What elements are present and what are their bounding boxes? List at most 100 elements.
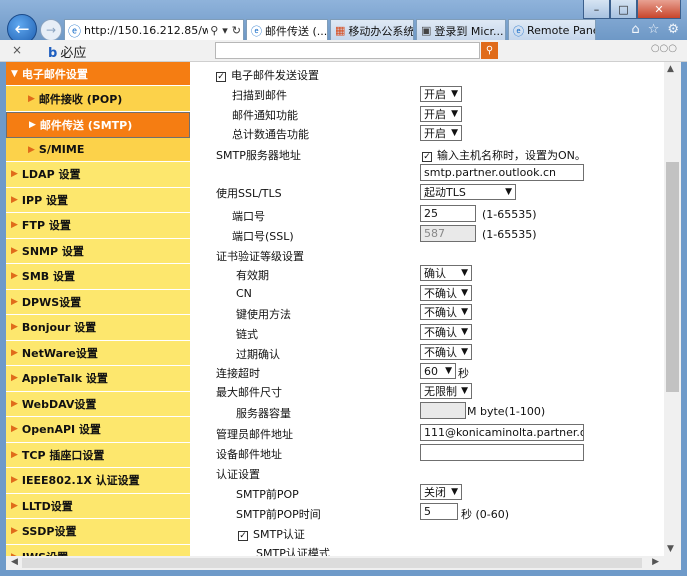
expiry-check-select[interactable]: 不确认 ▼ <box>420 344 472 360</box>
sidebar-item-2[interactable]: ▶ 邮件传送 (SMTP) <box>6 112 190 138</box>
search-input[interactable] <box>215 42 480 59</box>
gear-icon[interactable]: ⚙ <box>667 22 679 37</box>
tab-mobile-office[interactable]: ▦ 移动办公系统... <box>330 19 414 41</box>
pop-before-smtp-select[interactable]: 关闭 ▼ <box>420 484 462 500</box>
sidebar-item-5[interactable]: ▶ IPP 设置 <box>6 188 190 213</box>
search-go-button[interactable]: ⚲ <box>481 42 498 59</box>
sidebar-item-label: WebDAV设置 <box>21 397 97 411</box>
sidebar-item-0[interactable]: ▼ 电子邮件设置 <box>6 62 190 86</box>
scan-to-email-select[interactable]: 开启 ▼ <box>420 86 462 102</box>
mail-notify-select[interactable]: 开启 ▼ <box>420 106 462 122</box>
device-email-input[interactable] <box>420 444 584 461</box>
key-usage-select[interactable]: 不确认 ▼ <box>420 304 472 320</box>
more-icon[interactable]: ○○○ <box>651 43 677 54</box>
minimize-button[interactable]: – <box>583 0 610 19</box>
sidebar-item-10[interactable]: ▶ Bonjour 设置 <box>6 315 190 341</box>
scrollbar-thumb[interactable] <box>666 162 679 392</box>
admin-email-input[interactable]: 111@konicaminolta.partner.onmsc <box>420 424 584 441</box>
close-button[interactable]: ✕ <box>637 0 681 19</box>
sidebar-item-19[interactable]: ▶IWS设置 <box>6 545 190 556</box>
sidebar-item-label: 电子邮件设置 <box>21 67 88 81</box>
tab-label: 移动办公系统... <box>348 24 414 38</box>
sidebar-item-8[interactable]: ▶ SMB 设置 <box>6 264 190 290</box>
sidebar-item-11[interactable]: ▶ NetWare设置 <box>6 341 190 366</box>
browser-titlebar: – □ ✕ ← → ⓔ http://150.16.212.85/w ⚲ ▾ ↻… <box>0 0 687 44</box>
sidebar-item-label: 邮件传送 (SMTP) <box>39 119 133 132</box>
sidebar-item-13[interactable]: ▶ WebDAV设置 <box>6 392 190 417</box>
scroll-right-icon[interactable]: ▶ <box>652 557 659 567</box>
key-usage-label: 键使用方法 <box>236 308 291 321</box>
sidebar-item-16[interactable]: ▶ IEEE802.1X 认证设置 <box>6 468 190 494</box>
search-icon[interactable]: ⚲ <box>210 24 218 37</box>
scroll-down-icon[interactable]: ▼ <box>667 544 674 554</box>
triangle-right-icon: ▶ <box>11 373 18 384</box>
star-icon[interactable]: ☆ <box>648 22 660 37</box>
sidebar-item-label: 邮件接收 (POP) <box>38 92 123 106</box>
maximize-button[interactable]: □ <box>610 0 637 19</box>
cert-level-heading: 证书验证等级设置 <box>216 250 304 263</box>
tab-remote-panel[interactable]: ⓔ Remote Panel <box>508 19 596 41</box>
scroll-up-icon[interactable]: ▲ <box>667 64 674 74</box>
timeout-select[interactable]: 60 ▼ <box>420 363 456 379</box>
cn-select[interactable]: 不确认 ▼ <box>420 285 472 301</box>
login-tab-icon: ▣ <box>421 24 432 37</box>
tab-email-send[interactable]: ⓔ 邮件传送 (... × <box>246 19 328 41</box>
checkbox-checked-icon[interactable]: ✓ <box>422 152 432 162</box>
tab-login-microsoft[interactable]: ▣ 登录到 Micr... <box>416 19 506 41</box>
triangle-right-icon: ▶ <box>11 475 18 486</box>
chain-select[interactable]: 不确认 ▼ <box>420 324 472 340</box>
sidebar-item-label: OpenAPI 设置 <box>21 423 101 437</box>
toolbar-close-icon[interactable]: × <box>12 43 22 57</box>
pop-before-smtp-time-input[interactable]: 5 <box>420 503 458 520</box>
validity-select[interactable]: 确认 ▼ <box>420 265 472 281</box>
sidebar-item-12[interactable]: ▶ AppleTalk 设置 <box>6 366 190 392</box>
vertical-scrollbar[interactable]: ▲ ▼ <box>664 62 681 556</box>
horizontal-scrollbar[interactable]: ◀ ▶ <box>6 556 681 570</box>
refresh-icon[interactable]: ↻ <box>232 24 241 37</box>
sidebar-item-18[interactable]: ▶ SSDP设置 <box>6 519 190 545</box>
sidebar-item-6[interactable]: ▶ FTP 设置 <box>6 213 190 239</box>
port-ssl-label: 端口号(SSL) <box>232 230 294 243</box>
hscrollbar-thumb[interactable] <box>22 558 642 568</box>
sidebar-item-15[interactable]: ▶ TCP 插座口设置 <box>6 443 190 468</box>
dropdown-icon[interactable]: ▾ <box>222 24 228 37</box>
ssl-tls-select[interactable]: 起动TLS ▼ <box>420 184 516 200</box>
chain-label: 链式 <box>236 328 258 341</box>
sidebar-item-14[interactable]: ▶ OpenAPI 设置 <box>6 417 190 443</box>
chevron-down-icon: ▼ <box>451 487 458 497</box>
smtp-auth-checkbox-row[interactable]: ✓ SMTP认证 <box>238 526 305 542</box>
tab-label: 登录到 Micr... <box>434 24 504 38</box>
address-bar[interactable]: ⓔ http://150.16.212.85/w ⚲ ▾ ↻ <box>64 19 244 41</box>
sidebar-item-17[interactable]: ▶ LLTD设置 <box>6 494 190 519</box>
sidebar-item-9[interactable]: ▶ DPWS设置 <box>6 290 190 315</box>
sidebar-item-label: S/MIME <box>38 143 85 156</box>
sidebar-item-label: IEEE802.1X 认证设置 <box>21 474 140 488</box>
home-icon[interactable]: ⌂ <box>631 22 639 37</box>
sidebar-item-3[interactable]: ▶ S/MIME <box>6 138 190 162</box>
email-send-checkbox-row[interactable]: ✓ 电子邮件发送设置 <box>216 67 319 83</box>
sidebar-item-label: AppleTalk 设置 <box>21 372 108 386</box>
sidebar-item-1[interactable]: ▶ 邮件接收 (POP) <box>6 86 190 112</box>
max-size-select[interactable]: 无限制 ▼ <box>420 383 472 399</box>
address-url[interactable]: http://150.16.212.85/w <box>84 24 208 37</box>
triangle-right-icon: ▶ <box>28 144 35 155</box>
checkbox-checked-icon[interactable]: ✓ <box>238 531 248 541</box>
port-input[interactable]: 25 <box>420 205 476 222</box>
smtp-server-label: SMTP服务器地址 <box>216 149 301 162</box>
triangle-down-icon: ▼ <box>11 68 18 79</box>
triangle-right-icon: ▶ <box>11 424 18 435</box>
bing-brand-label: 必应 <box>60 46 87 61</box>
total-count-select[interactable]: 开启 ▼ <box>420 125 462 141</box>
pop-before-smtp-label: SMTP前POP <box>236 488 299 501</box>
checkbox-checked-icon[interactable]: ✓ <box>216 72 226 82</box>
scroll-left-icon[interactable]: ◀ <box>11 557 18 567</box>
sidebar-item-7[interactable]: ▶ SNMP 设置 <box>6 239 190 264</box>
hostname-checkbox-row[interactable]: ✓ 输入主机名称时，设置为ON。 <box>422 147 586 163</box>
sidebar-item-4[interactable]: ▶ LDAP 设置 <box>6 162 190 188</box>
sidebar: ▼ 电子邮件设置 ▶ 邮件接收 (POP) ▶ 邮件传送 (SMTP) ▶ S/MIME ▶ LD… <box>6 62 190 556</box>
smtp-server-input[interactable]: smtp.partner.outlook.cn <box>420 164 584 181</box>
chevron-down-icon: ▼ <box>461 386 468 396</box>
ie-logo-icon: ⓔ <box>68 24 82 40</box>
select-value: 开启 <box>424 108 446 121</box>
forward-button[interactable]: → <box>40 19 62 41</box>
